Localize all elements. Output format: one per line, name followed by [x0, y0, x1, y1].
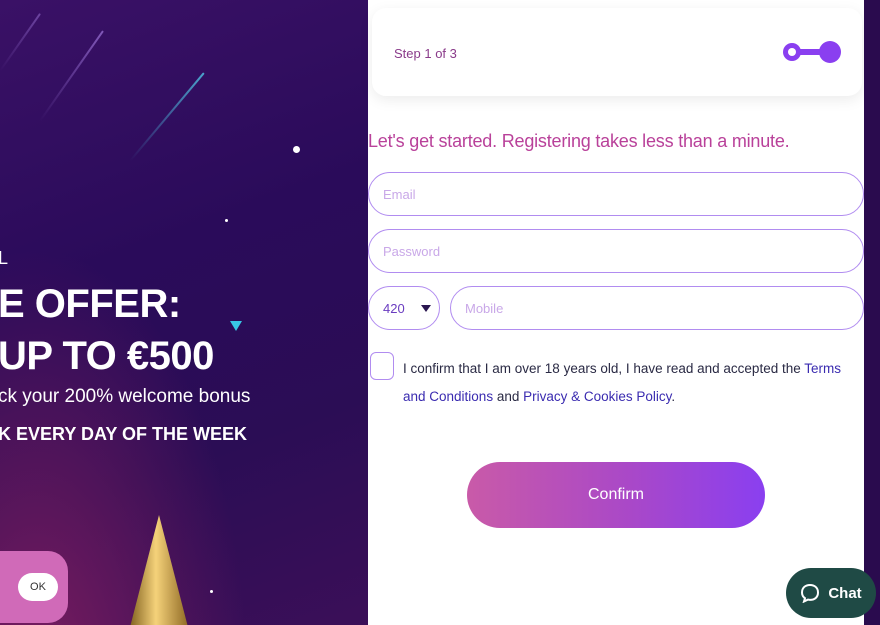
form-intro: Let's get started. Registering takes les…	[368, 131, 790, 151]
chat-button[interactable]: Chat	[786, 568, 876, 618]
meteor-streak	[0, 13, 41, 72]
chat-bubble-icon	[801, 583, 820, 603]
country-code-select[interactable]: 420	[368, 286, 440, 330]
registration-form: Step 1 of 3 Let's get started. Registeri…	[368, 0, 864, 625]
password-field[interactable]: Password	[368, 229, 864, 273]
consent-text-after: .	[671, 389, 676, 404]
step-progress-icon	[783, 41, 841, 63]
party-hat-illustration	[130, 515, 188, 625]
consent-text: I confirm that I am over 18 years old, I…	[403, 355, 843, 411]
privacy-link[interactable]: Privacy & Cookies Policy	[523, 389, 671, 404]
email-placeholder: Email	[383, 186, 416, 202]
promo-headline: E OFFER:	[0, 282, 181, 326]
star	[293, 146, 300, 153]
meteor-streak	[129, 72, 205, 162]
triangle-decoration	[230, 321, 242, 331]
email-field[interactable]: Email	[368, 172, 864, 216]
confirm-button[interactable]: Confirm	[467, 462, 765, 528]
consent-text-before: I confirm that I am over 18 years old, I…	[403, 361, 805, 376]
consent-text-middle: and	[493, 389, 524, 404]
cookie-ok-button[interactable]: OK	[18, 573, 58, 601]
country-code-value: 420	[383, 300, 405, 316]
step-label: Step 1 of 3	[394, 46, 457, 61]
promo-label: L	[0, 248, 9, 268]
promo-tagline: K EVERY DAY OF THE WEEK	[0, 424, 248, 444]
consent-checkbox[interactable]	[370, 352, 394, 380]
star	[210, 590, 213, 593]
mobile-placeholder: Mobile	[465, 300, 504, 316]
right-edge-background	[864, 0, 880, 625]
promo-subtitle: ck your 200% welcome bonus	[0, 386, 251, 407]
step-card: Step 1 of 3	[372, 8, 862, 96]
password-placeholder: Password	[383, 243, 441, 259]
dropdown-arrow-icon	[421, 304, 431, 312]
meteor-streak	[39, 30, 104, 122]
mobile-field[interactable]: Mobile	[450, 286, 864, 330]
star	[225, 219, 228, 222]
promo-amount: UP TO €500	[0, 334, 214, 378]
promo-panel: L E OFFER: UP TO €500 ck your 200% welco…	[0, 0, 368, 625]
chat-label: Chat	[828, 584, 862, 602]
